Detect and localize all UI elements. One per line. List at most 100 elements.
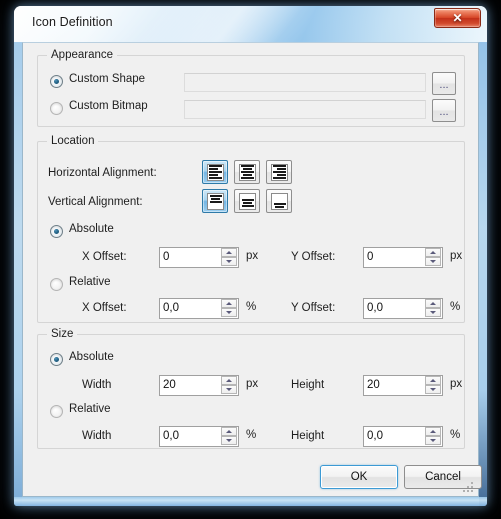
size-relative-height-stepper[interactable]: [425, 427, 441, 445]
label-custom-bitmap: Custom Bitmap: [69, 100, 148, 112]
location-relative-y-unit: %: [450, 301, 461, 313]
dialog-window: Icon Definition ✕ Appearance Custom Shap…: [14, 6, 487, 506]
align-left-icon: [207, 164, 224, 181]
spin-down-icon[interactable]: [425, 257, 441, 266]
vertical-align-middle-button[interactable]: [234, 189, 260, 213]
ok-button[interactable]: OK: [320, 465, 398, 489]
size-absolute-width-stepper[interactable]: [221, 376, 237, 394]
align-right-icon: [271, 164, 288, 181]
size-relative-height-input[interactable]: 0,0: [363, 426, 443, 447]
label-location-absolute-x: X Offset:: [82, 251, 127, 263]
location-absolute-x-unit: px: [246, 250, 259, 262]
vertical-align-top-button[interactable]: [202, 189, 228, 213]
custom-shape-input[interactable]: [184, 73, 426, 92]
size-relative-width-unit: %: [246, 429, 257, 441]
size-relative-height-unit: %: [450, 429, 461, 441]
label-size-relative-width: Width: [82, 430, 112, 442]
size-relative-width-value: 0,0: [163, 430, 179, 442]
radio-location-relative[interactable]: [50, 278, 63, 291]
align-bottom-icon: [271, 193, 288, 210]
close-button[interactable]: ✕: [434, 8, 481, 28]
spin-down-icon[interactable]: [221, 385, 237, 394]
radio-custom-bitmap[interactable]: [50, 102, 63, 115]
location-relative-x-unit: %: [246, 301, 257, 313]
custom-bitmap-input[interactable]: [184, 100, 426, 119]
appearance-group: Appearance Custom Shape ... Custom Bitma…: [37, 49, 465, 127]
window-glass-bottom: [14, 497, 487, 506]
dialog-client-area: Appearance Custom Shape ... Custom Bitma…: [22, 42, 482, 497]
location-absolute-x-stepper[interactable]: [221, 248, 237, 266]
appearance-group-title: Appearance: [47, 49, 118, 61]
label-size-relative: Relative: [69, 403, 111, 415]
align-middle-icon: [239, 193, 256, 210]
align-center-icon: [239, 164, 256, 181]
location-absolute-y-unit: px: [450, 250, 463, 262]
custom-bitmap-browse-button[interactable]: ...: [432, 99, 456, 122]
spin-up-icon[interactable]: [221, 299, 237, 308]
align-top-icon: [207, 193, 224, 210]
label-location-absolute-y: Y Offset:: [291, 251, 336, 263]
horizontal-align-center-button[interactable]: [234, 160, 260, 184]
vertical-alignment-label: Vertical Alignment:: [48, 196, 143, 208]
location-relative-y-stepper[interactable]: [425, 299, 441, 317]
size-relative-height-value: 0,0: [367, 430, 383, 442]
label-location-relative-x: X Offset:: [82, 302, 127, 314]
horizontal-alignment-label: Horizontal Alignment:: [48, 167, 157, 179]
size-absolute-height-stepper[interactable]: [425, 376, 441, 394]
horizontal-align-left-button[interactable]: [202, 160, 228, 184]
radio-size-relative[interactable]: [50, 405, 63, 418]
spin-down-icon[interactable]: [221, 257, 237, 266]
horizontal-align-right-button[interactable]: [266, 160, 292, 184]
title-bar[interactable]: Icon Definition ✕: [14, 6, 487, 42]
location-group-title: Location: [47, 135, 99, 147]
size-relative-width-stepper[interactable]: [221, 427, 237, 445]
spin-down-icon[interactable]: [425, 385, 441, 394]
size-absolute-height-unit: px: [450, 378, 463, 390]
spin-up-icon[interactable]: [425, 376, 441, 385]
label-size-absolute-width: Width: [82, 379, 112, 391]
label-size-relative-height: Height: [291, 430, 325, 442]
location-absolute-x-value: 0: [163, 251, 170, 263]
size-group: Size Absolute Width 20 px Height 20 px R…: [37, 328, 465, 449]
location-relative-x-input[interactable]: 0,0: [159, 298, 239, 319]
spin-up-icon[interactable]: [425, 427, 441, 436]
window-title: Icon Definition: [32, 15, 113, 29]
radio-custom-shape[interactable]: [50, 75, 63, 88]
vertical-align-bottom-button[interactable]: [266, 189, 292, 213]
location-absolute-y-value: 0: [367, 251, 374, 263]
location-group: Location Horizontal Alignment: Vertical …: [37, 135, 465, 323]
spin-up-icon[interactable]: [425, 248, 441, 257]
spin-down-icon[interactable]: [221, 436, 237, 445]
radio-size-absolute[interactable]: [50, 353, 63, 366]
custom-shape-browse-button[interactable]: ...: [432, 72, 456, 95]
location-relative-y-value: 0,0: [367, 302, 383, 314]
size-group-title: Size: [47, 328, 78, 340]
label-location-absolute: Absolute: [69, 223, 114, 235]
size-absolute-height-value: 20: [367, 379, 380, 391]
radio-location-absolute[interactable]: [50, 225, 63, 238]
location-absolute-y-input[interactable]: 0: [363, 247, 443, 268]
location-relative-x-value: 0,0: [163, 302, 179, 314]
size-relative-width-input[interactable]: 0,0: [159, 426, 239, 447]
spin-up-icon[interactable]: [425, 299, 441, 308]
location-relative-y-input[interactable]: 0,0: [363, 298, 443, 319]
size-absolute-width-input[interactable]: 20: [159, 375, 239, 396]
spin-down-icon[interactable]: [425, 308, 441, 317]
size-absolute-height-input[interactable]: 20: [363, 375, 443, 396]
spin-up-icon[interactable]: [221, 427, 237, 436]
location-absolute-y-stepper[interactable]: [425, 248, 441, 266]
label-custom-shape: Custom Shape: [69, 73, 146, 85]
spin-up-icon[interactable]: [221, 376, 237, 385]
window-glass-left: [14, 42, 22, 506]
location-relative-x-stepper[interactable]: [221, 299, 237, 317]
spin-down-icon[interactable]: [425, 436, 441, 445]
close-icon: ✕: [452, 11, 463, 25]
window-glass-right: [479, 42, 487, 506]
location-absolute-x-input[interactable]: 0: [159, 247, 239, 268]
label-location-relative-y: Y Offset:: [291, 302, 336, 314]
spin-up-icon[interactable]: [221, 248, 237, 257]
resize-grip[interactable]: [463, 482, 475, 494]
spin-down-icon[interactable]: [221, 308, 237, 317]
label-size-absolute: Absolute: [69, 351, 114, 363]
label-size-absolute-height: Height: [291, 379, 325, 391]
